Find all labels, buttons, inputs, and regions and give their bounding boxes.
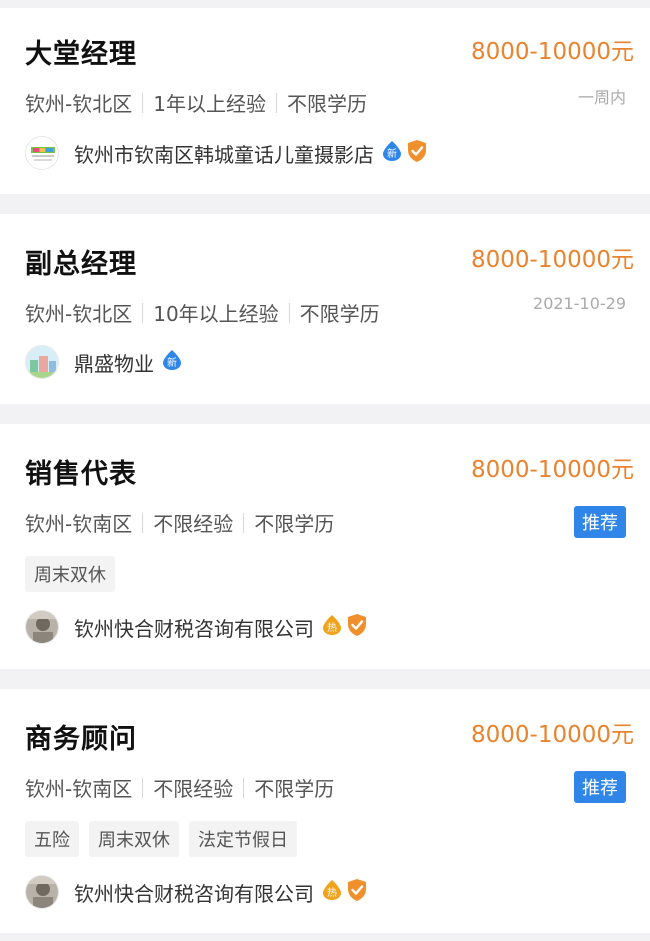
job-location: 钦州-钦南区 <box>25 777 133 801</box>
job-salary: 8000-10000元 <box>471 722 634 748</box>
job-meta: 钦州-钦北区 1年以上经验 不限学历 <box>25 88 367 117</box>
job-location: 钦州-钦北区 <box>25 92 133 116</box>
tag: 五险 <box>25 821 79 857</box>
svg-text:新: 新 <box>167 356 177 369</box>
verified-shield-icon <box>346 613 368 642</box>
company-name: 钦州市钦南区韩城童话儿童摄影店 <box>74 142 374 167</box>
divider <box>243 512 245 533</box>
svg-text:热: 热 <box>327 886 337 899</box>
job-title: 大堂经理 <box>25 39 137 70</box>
job-meta: 钦州-钦南区 不限经验 不限学历 <box>25 508 334 537</box>
job-card[interactable]: 副总经理 8000-10000元 钦州-钦北区 10年以上经验 不限学历 2021-… <box>0 214 650 404</box>
job-card[interactable]: 商务顾问 8000-10000元 钦州-钦南区 不限经验 不限学历 推荐 五险 周末… <box>0 689 650 933</box>
svg-text:热: 热 <box>327 621 337 634</box>
job-salary: 8000-10000元 <box>471 247 634 273</box>
divider <box>243 777 245 798</box>
job-salary: 8000-10000元 <box>471 39 634 65</box>
company-avatar <box>25 875 59 909</box>
company-avatar <box>25 610 59 644</box>
company-avatar <box>25 345 59 379</box>
job-meta: 钦州-钦北区 10年以上经验 不限学历 <box>25 298 380 327</box>
job-location: 钦州-钦北区 <box>25 302 133 326</box>
job-experience: 不限经验 <box>153 512 234 536</box>
new-badge-icon: 新 <box>382 140 402 167</box>
job-card[interactable]: 销售代表 8000-10000元 钦州-钦南区 不限经验 不限学历 推荐 周末双休 … <box>0 424 650 669</box>
company-row[interactable]: 鼎盛物业 新 <box>25 345 182 379</box>
job-education: 不限学历 <box>254 512 335 536</box>
company-row[interactable]: 钦州快合财税咨询有限公司 热 <box>25 875 368 909</box>
hot-badge-icon: 热 <box>322 879 342 906</box>
company-name: 钦州快合财税咨询有限公司 <box>74 616 314 641</box>
new-badge-icon: 新 <box>162 349 182 376</box>
company-row[interactable]: 钦州快合财税咨询有限公司 热 <box>25 610 368 644</box>
divider <box>142 302 144 323</box>
job-meta: 钦州-钦南区 不限经验 不限学历 <box>25 773 334 802</box>
job-experience: 1年以上经验 <box>153 92 266 116</box>
job-experience: 10年以上经验 <box>153 302 279 326</box>
job-title: 商务顾问 <box>25 724 137 755</box>
svg-text:新: 新 <box>387 147 397 160</box>
job-title: 销售代表 <box>25 459 137 490</box>
company-name: 钦州快合财税咨询有限公司 <box>74 881 314 906</box>
job-posted-date: 一周内 <box>577 88 626 107</box>
divider <box>142 92 144 113</box>
hot-badge-icon: 热 <box>322 614 342 641</box>
tag: 法定节假日 <box>189 821 297 857</box>
company-name: 鼎盛物业 <box>74 351 154 376</box>
divider <box>142 777 144 798</box>
recommend-badge: 推荐 <box>574 771 626 803</box>
job-title: 副总经理 <box>25 249 137 280</box>
divider <box>275 92 277 113</box>
verified-shield-icon <box>346 878 368 907</box>
tag-list: 周末双休 <box>25 556 115 592</box>
job-education: 不限学历 <box>254 777 335 801</box>
job-card[interactable]: 大堂经理 8000-10000元 钦州-钦北区 1年以上经验 不限学历 一周内 钦州… <box>0 8 650 194</box>
job-salary: 8000-10000元 <box>471 457 634 483</box>
job-education: 不限学历 <box>299 302 380 326</box>
tag: 周末双休 <box>25 556 115 592</box>
tag: 周末双休 <box>89 821 179 857</box>
job-experience: 不限经验 <box>153 777 234 801</box>
job-education: 不限学历 <box>286 92 367 116</box>
job-location: 钦州-钦南区 <box>25 512 133 536</box>
tag-list: 五险 周末双休 法定节假日 <box>25 821 297 857</box>
verified-shield-icon <box>406 139 428 168</box>
divider <box>142 512 144 533</box>
divider <box>288 302 290 323</box>
company-avatar <box>25 136 59 170</box>
job-posted-date: 2021-10-29 <box>533 294 626 313</box>
company-row[interactable]: 钦州市钦南区韩城童话儿童摄影店 新 <box>25 136 428 170</box>
recommend-badge: 推荐 <box>574 506 626 538</box>
